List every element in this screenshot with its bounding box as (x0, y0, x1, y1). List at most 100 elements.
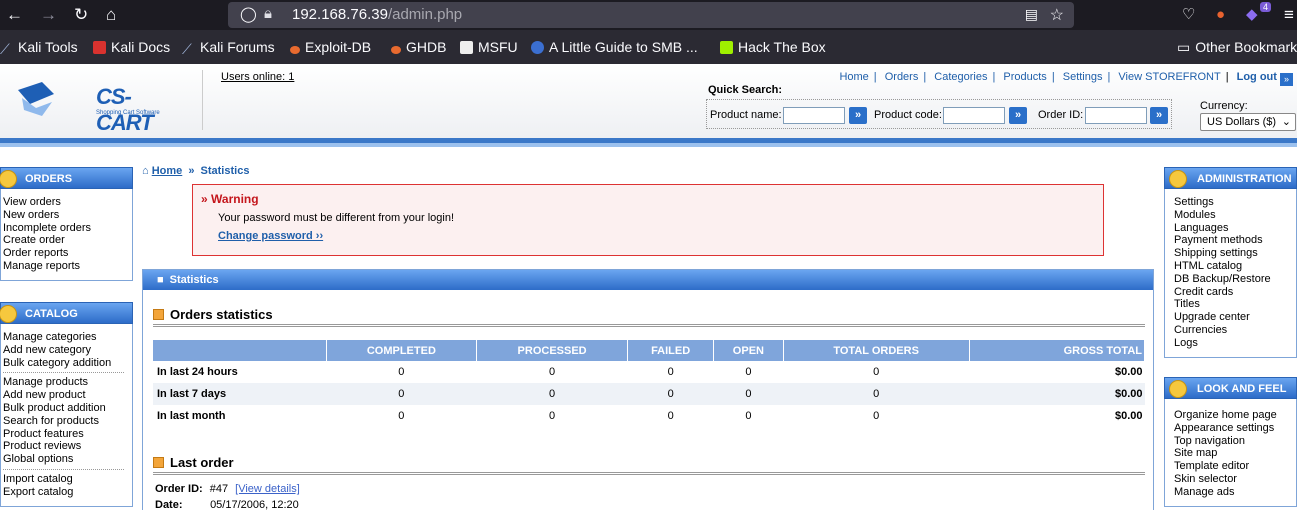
other-bookmarks[interactable]: ▭ Other Bookmarks (1177, 39, 1297, 56)
product-name-label: Product name: (710, 109, 782, 121)
order-id-input[interactable] (1085, 107, 1147, 124)
column-header-completed: COMPLETED (326, 340, 478, 361)
product-code-go-button[interactable]: » (1009, 107, 1027, 124)
menu-item-new-orders[interactable]: New orders (3, 209, 132, 222)
menu-item-search-for-products[interactable]: Search for products (3, 415, 132, 428)
menu-item-credit-cards[interactable]: Credit cards (1174, 286, 1296, 299)
nav-categories[interactable]: Categories (934, 71, 987, 83)
table-cell: 0 (627, 383, 714, 405)
menu-item-settings[interactable]: Settings (1174, 196, 1296, 209)
section-divider (153, 472, 1145, 475)
menu-icon[interactable]: ≡ (1284, 3, 1294, 27)
menu-item-upgrade-center[interactable]: Upgrade center (1174, 311, 1296, 324)
logout-arrow-icon[interactable]: » (1280, 73, 1293, 86)
header-divider (202, 70, 203, 130)
menu-item-manage-reports[interactable]: Manage reports (3, 260, 132, 273)
statistics-panel: ■ Statistics Orders statistics COMPLETED P… (142, 269, 1154, 511)
currency-select[interactable]: US Dollars ($) ⌄ (1200, 113, 1296, 131)
menu-item-manage-products[interactable]: Manage products (3, 376, 132, 389)
table-cell: 0 (549, 410, 556, 422)
menu-item-add-new-product[interactable]: Add new product (3, 389, 132, 402)
reload-icon[interactable]: ↻ (74, 3, 88, 27)
column-header-gross-total: GROSS TOTAL (969, 340, 1146, 361)
order-id-go-button[interactable]: » (1150, 107, 1168, 124)
nav-storefront[interactable]: View STOREFRONT (1118, 71, 1220, 83)
bookmarks-toolbar: ⟋ Kali Tools Kali Docs ⟋ Kali Forums Explo… (0, 30, 1297, 64)
nav-settings[interactable]: Settings (1063, 71, 1103, 83)
menu-item-global-options[interactable]: Global options (3, 453, 132, 466)
product-name-go-button[interactable]: » (849, 107, 867, 124)
menu-item-add-new-category[interactable]: Add new category (3, 344, 132, 357)
extension-purple-icon[interactable]: ◆ (1246, 3, 1258, 27)
menu-item-view-orders[interactable]: View orders (3, 196, 132, 209)
orders-statistics-heading: Orders statistics (153, 307, 273, 322)
menu-item-create-order[interactable]: Create order (3, 234, 132, 247)
menu-item-import-catalog[interactable]: Import catalog (3, 473, 132, 486)
menu-item-order-reports[interactable]: Order reports (3, 247, 132, 260)
menu-item-db-backup-restore[interactable]: DB Backup/Restore (1174, 273, 1296, 286)
bookmark-kali-tools[interactable]: ⟋ Kali Tools (0, 39, 78, 57)
pocket-icon[interactable]: ♡ (1182, 3, 1195, 27)
menu-item-bulk-category-addition[interactable]: Bulk category addition (3, 357, 132, 370)
url-bar[interactable]: ◯ 🔒︎ 192.168.76.39/admin.php ▤ ☆ (228, 2, 1074, 28)
bookmark-hack-the-box[interactable]: Hack The Box (720, 39, 826, 55)
top-navigation: Home | Orders | Categories | Products | Sett… (839, 71, 1293, 86)
menu-item-incomplete-orders[interactable]: Incomplete orders (3, 222, 132, 235)
forward-icon[interactable]: → (40, 3, 57, 27)
menu-item-modules[interactable]: Modules (1174, 209, 1296, 222)
menu-item-payment-methods[interactable]: Payment methods (1174, 234, 1296, 247)
menu-item-shipping-settings[interactable]: Shipping settings (1174, 247, 1296, 260)
menu-item-appearance-settings[interactable]: Appearance settings (1174, 422, 1296, 435)
menu-item-site-map[interactable]: Site map (1174, 447, 1296, 460)
menu-item-top-navigation[interactable]: Top navigation (1174, 435, 1296, 448)
orders-menu: View orders New orders Incomplete orders Cr… (0, 189, 133, 281)
bookmark-star-icon[interactable]: ☆ (1050, 5, 1064, 25)
menu-item-bulk-product-addition[interactable]: Bulk product addition (3, 402, 132, 415)
administration-menu: Settings Modules Languages Payment methods S… (1164, 189, 1297, 358)
users-online[interactable]: Users online: 1 (221, 71, 294, 83)
extension-icon[interactable]: ● (1216, 3, 1225, 27)
nav-home[interactable]: Home (839, 71, 868, 83)
bookmark-exploit-db[interactable]: Exploit-DB (290, 39, 371, 55)
menu-item-manage-ads[interactable]: Manage ads (1174, 486, 1296, 499)
menu-item-manage-categories[interactable]: Manage categories (3, 331, 132, 344)
home-icon[interactable]: ⌂ (106, 3, 116, 27)
table-cell: $0.00 (1114, 410, 1143, 422)
table-cell: 0 (745, 410, 752, 422)
bookmark-kali-docs[interactable]: Kali Docs (93, 39, 170, 55)
menu-item-product-reviews[interactable]: Product reviews (3, 440, 132, 453)
change-password-link[interactable]: Change password ›› (218, 230, 323, 242)
product-code-input[interactable] (943, 107, 1005, 124)
back-icon[interactable]: ← (6, 3, 23, 27)
table-cell: 0 (713, 383, 784, 405)
menu-item-titles[interactable]: Titles (1174, 298, 1296, 311)
menu-item-skin-selector[interactable]: Skin selector (1174, 473, 1296, 486)
view-details-link[interactable]: [View details] (235, 483, 300, 495)
menu-item-currencies[interactable]: Currencies (1174, 324, 1296, 337)
product-name-input[interactable] (783, 107, 845, 124)
administration-icon (1169, 170, 1187, 188)
menu-divider (3, 372, 124, 374)
nav-products[interactable]: Products (1003, 71, 1046, 83)
menu-item-html-catalog[interactable]: HTML catalog (1174, 260, 1296, 273)
menu-item-logs[interactable]: Logs (1174, 337, 1296, 350)
reader-view-icon[interactable]: ▤ (1025, 6, 1038, 23)
catalog-box: CATALOG Manage categories Add new categor… (0, 302, 133, 507)
menu-item-organize-home-page[interactable]: Organize home page (1174, 409, 1296, 422)
row-label: In last 7 days (153, 383, 326, 405)
nav-orders[interactable]: Orders (885, 71, 919, 83)
section-arrow-icon (153, 457, 164, 468)
menu-item-export-catalog[interactable]: Export catalog (3, 486, 132, 499)
breadcrumb-home[interactable]: Home (152, 165, 183, 177)
lock-icon[interactable]: 🔒︎ (264, 5, 272, 22)
shield-icon[interactable]: ◯ (240, 5, 257, 23)
bookmark-msfu[interactable]: MSFU (460, 39, 518, 55)
menu-item-template-editor[interactable]: Template editor (1174, 460, 1296, 473)
bookmark-kali-forums[interactable]: ⟋ Kali Forums (182, 39, 275, 57)
logout-link[interactable]: Log out (1237, 71, 1277, 83)
menu-item-languages[interactable]: Languages (1174, 222, 1296, 235)
bookmark-ghdb[interactable]: GHDB (391, 39, 446, 55)
cs-cart-logo[interactable]: CS-CART Shopping Cart Software (16, 80, 176, 135)
menu-item-product-features[interactable]: Product features (3, 428, 132, 441)
bookmark-smb-guide[interactable]: A Little Guide to SMB ... (531, 39, 698, 55)
